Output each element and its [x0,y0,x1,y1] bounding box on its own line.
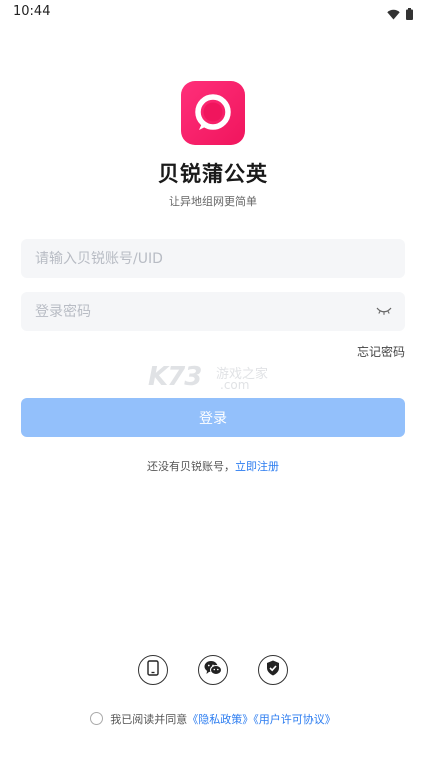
password-input[interactable] [21,292,405,331]
status-icons [387,5,413,24]
phone-icon [147,660,159,680]
wifi-icon [387,5,400,24]
status-time: 10:44 [13,4,51,19]
register-link[interactable]: 立即注册 [235,460,279,473]
watermark-logo: K73 [148,362,202,392]
watermark: K73 游戏之家 .com [148,362,278,396]
battery-icon [406,5,413,24]
wechat-icon [204,660,222,680]
status-bar: 10:44 [0,0,426,24]
agreement-checkbox[interactable] [90,712,104,725]
security-login-button[interactable] [258,655,288,685]
app-name: 贝锐蒲公英 [158,162,268,186]
social-login-row [0,655,426,687]
shield-check-icon [266,660,280,680]
agreement-prefix: 我已阅读并同意 [110,713,188,726]
privacy-policy-link[interactable]: 《隐私政策》 [187,713,253,726]
app-tagline: 让异地组网更简单 [169,195,257,208]
agreement-row: 我已阅读并同意《隐私政策》《用户许可协议》 [0,711,426,727]
login-button[interactable]: 登录 [21,398,405,437]
app-logo [181,81,245,145]
register-line: 还没有贝锐账号，立即注册 [0,458,426,474]
phone-login-button[interactable] [138,655,168,685]
user-license-link[interactable]: 《用户许可协议》 [253,713,336,726]
forgot-password-link[interactable]: 忘记密码 [357,343,405,360]
wechat-login-button[interactable] [198,655,228,685]
eye-closed-icon[interactable] [374,303,394,319]
register-prompt: 还没有贝锐账号， [147,460,235,473]
account-input[interactable] [21,239,405,278]
watermark-domain: .com [220,378,250,392]
